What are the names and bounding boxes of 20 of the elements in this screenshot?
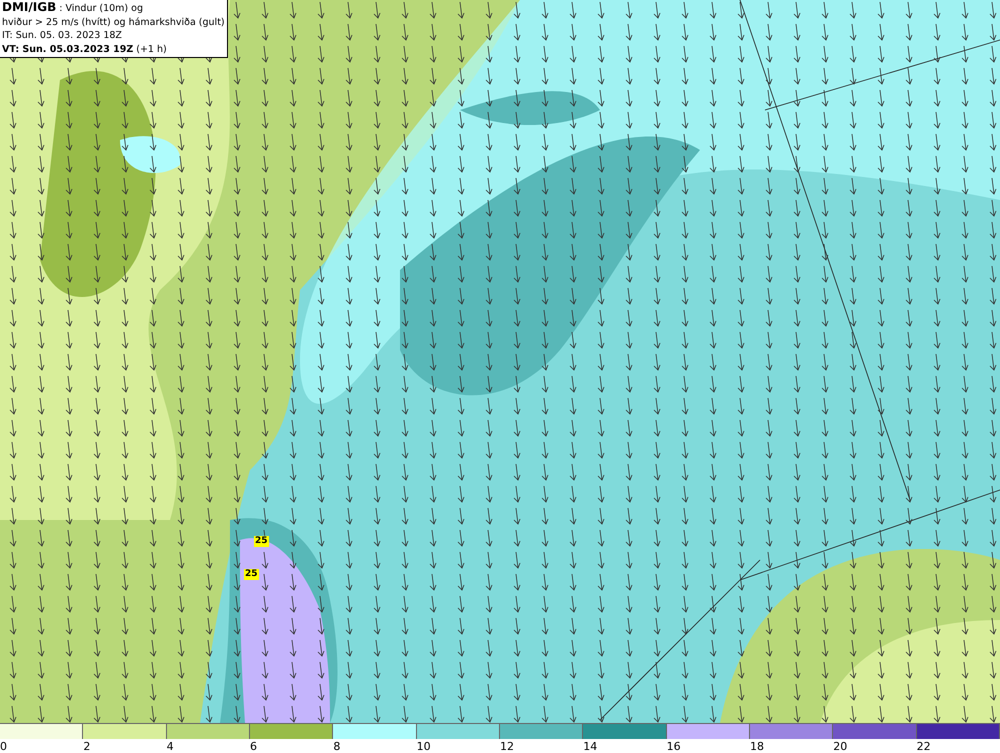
legend-tick: 18 — [750, 740, 764, 753]
legend-tick: 2 — [83, 740, 90, 753]
gust-label: 25 — [244, 569, 259, 580]
valid-time: VT: Sun. 05.03.2023 19Z — [2, 44, 134, 54]
legend-tick: 22 — [916, 740, 931, 753]
gust-label: 25 — [254, 536, 269, 547]
title-text: : Vindur (10m) og — [58, 3, 144, 14]
legend-tick: 10 — [416, 740, 431, 753]
time-offset: (+1 h) — [135, 44, 167, 54]
legend-tick: 16 — [666, 740, 681, 753]
legend-tick: 14 — [583, 740, 598, 753]
source-label: DMI/IGB — [2, 0, 56, 14]
legend-tick: 0 — [0, 740, 7, 753]
legend-tick: 20 — [833, 740, 848, 753]
legend-tick: 8 — [333, 740, 340, 753]
issue-time: IT: Sun. 05. 03. 2023 18Z — [2, 29, 122, 42]
legend-tick: 4 — [166, 740, 174, 753]
legend-tick: 12 — [500, 740, 514, 753]
legend-tick: 6 — [250, 740, 257, 753]
subtitle-text: hviður > 25 m/s (hvítt) og hámarkshviða (gult) — [2, 16, 225, 29]
